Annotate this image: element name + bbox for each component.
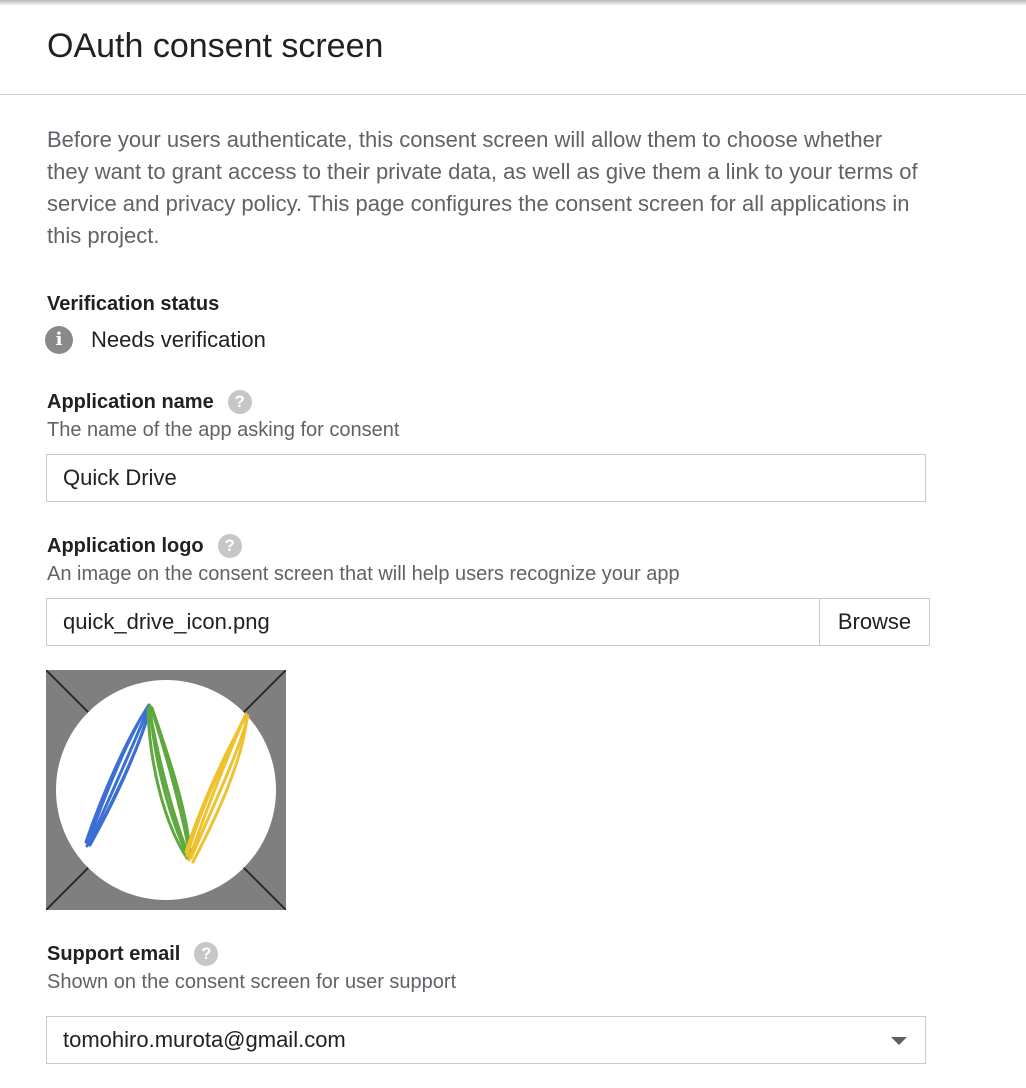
application-logo-label-text: Application logo	[47, 535, 204, 557]
verification-status: i Needs verification	[45, 326, 266, 354]
application-logo-hint: An image on the consent screen that will…	[47, 563, 680, 585]
application-name-label: Application name ?	[47, 390, 252, 414]
verification-status-label-text: Verification status	[47, 293, 220, 315]
application-logo-file-input[interactable]	[46, 598, 820, 646]
support-email-label: Support email ?	[47, 942, 219, 966]
logo-preview-image	[45, 669, 287, 911]
help-icon[interactable]: ?	[227, 390, 252, 414]
application-name-label-text: Application name	[47, 391, 214, 413]
application-logo-file-picker: Browse	[46, 598, 930, 646]
top-shadow	[0, 0, 1026, 6]
support-email-value: tomohiro.murota@gmail.com	[63, 1027, 346, 1052]
intro-text: Before your users authenticate, this con…	[47, 127, 918, 248]
application-name-input[interactable]	[46, 454, 926, 502]
support-email-select[interactable]: tomohiro.murota@gmail.com	[46, 1016, 926, 1064]
support-email-hint: Shown on the consent screen for user sup…	[47, 971, 457, 993]
application-logo-label: Application logo ?	[47, 534, 242, 558]
application-name-hint: The name of the app asking for consent	[47, 419, 400, 441]
caret-down-icon[interactable]	[891, 1037, 907, 1045]
application-logo-preview	[45, 669, 287, 911]
page-title: OAuth consent screen	[47, 27, 384, 65]
help-icon[interactable]: ?	[217, 534, 242, 558]
browse-button[interactable]: Browse	[819, 598, 930, 646]
support-email-label-text: Support email	[47, 943, 181, 965]
help-icon[interactable]: ?	[194, 942, 219, 966]
verification-status-text: Needs verification	[91, 327, 266, 352]
info-icon: i	[45, 326, 73, 354]
verification-status-label: Verification status	[47, 292, 219, 316]
title-divider	[0, 94, 1026, 95]
